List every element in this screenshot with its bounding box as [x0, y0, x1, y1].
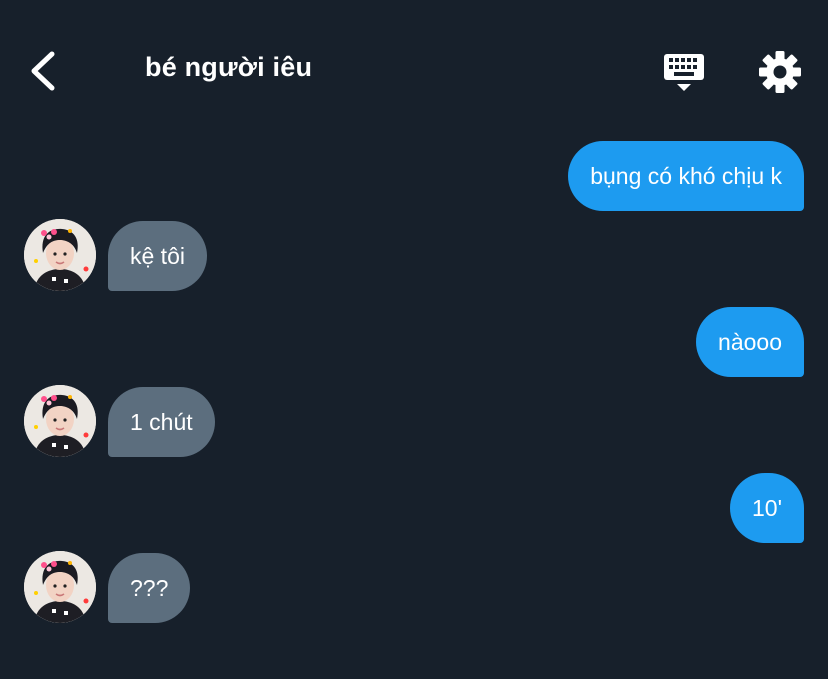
avatar-image — [24, 385, 96, 457]
incoming-message-bubble[interactable]: ??? — [108, 553, 191, 623]
message-text: 1 chút — [130, 408, 193, 435]
chat-screen: bé người iêu bụng có khó chịu k kệ tôi n… — [0, 0, 828, 679]
conversation-title: bé người iêu — [145, 52, 313, 82]
outgoing-message-bubble[interactable]: nàooo — [696, 307, 804, 377]
incoming-message-bubble[interactable]: 1 chút — [108, 387, 215, 457]
message-text: bụng có khó chịu k — [590, 162, 782, 189]
avatar-image — [24, 219, 96, 291]
keyboard-button[interactable] — [660, 50, 708, 96]
avatar-image — [24, 551, 96, 623]
avatar[interactable] — [24, 551, 96, 623]
message-text: nàooo — [718, 328, 782, 355]
chevron-left-icon — [31, 51, 55, 91]
outgoing-message-bubble[interactable]: 10' — [730, 473, 804, 543]
avatar[interactable] — [24, 219, 96, 291]
message-text: ??? — [130, 574, 169, 601]
outgoing-message-bubble[interactable]: bụng có khó chịu k — [568, 141, 804, 211]
avatar[interactable] — [24, 385, 96, 457]
incoming-message-bubble[interactable]: kệ tôi — [108, 221, 207, 291]
settings-button[interactable] — [756, 48, 804, 96]
message-text: kệ tôi — [130, 242, 185, 269]
back-button[interactable] — [22, 44, 70, 98]
message-text: 10' — [752, 494, 782, 521]
gear-icon — [759, 51, 801, 93]
keyboard-icon — [664, 54, 704, 91]
chat-header: bé người iêu — [0, 0, 828, 130]
